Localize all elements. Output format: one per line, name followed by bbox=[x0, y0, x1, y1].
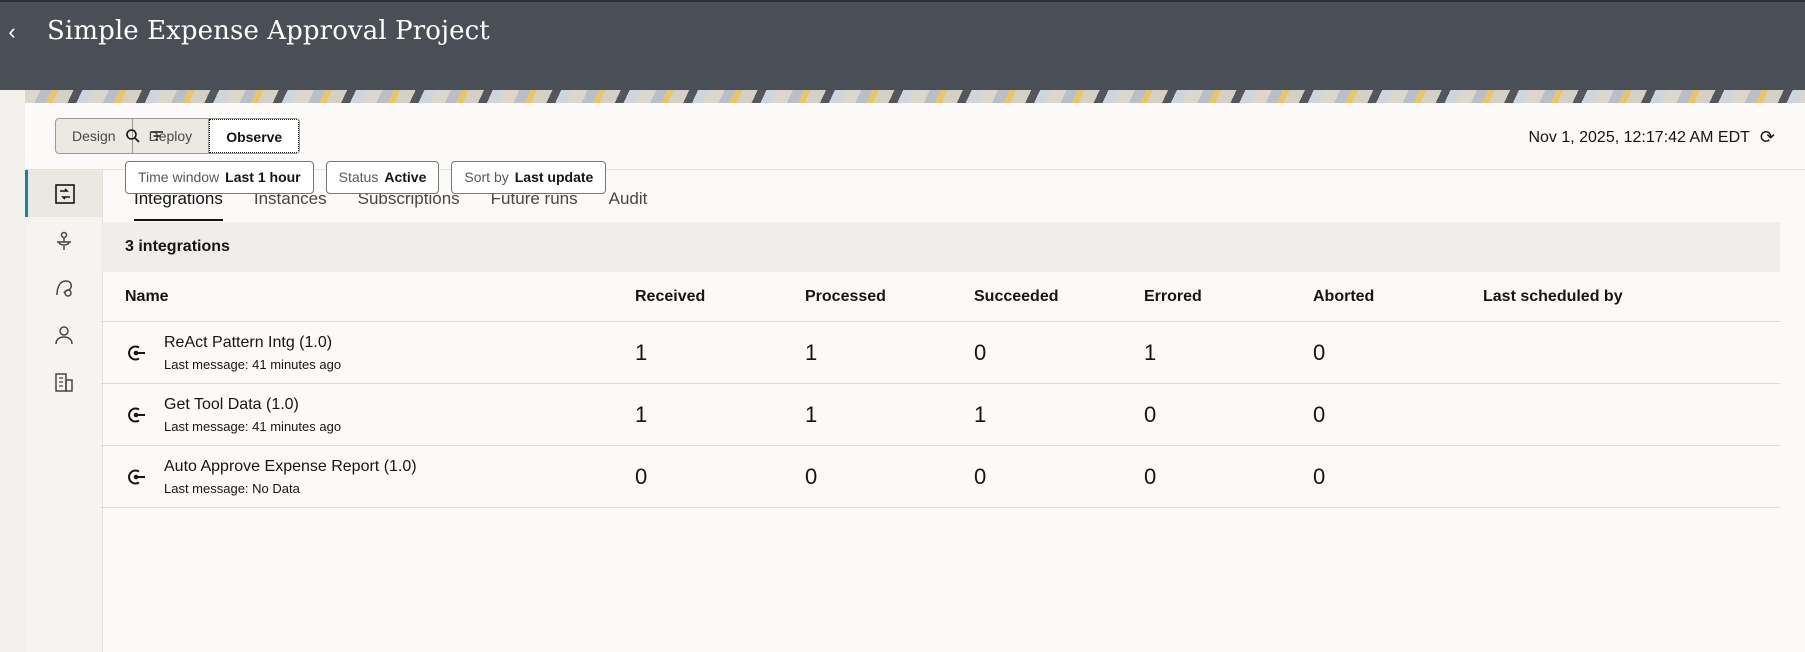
last-refreshed: Nov 1, 2025, 12:17:42 AM EDT ⟳ bbox=[1528, 127, 1775, 148]
tab-audit[interactable]: Audit bbox=[609, 170, 648, 220]
filter-chips: Time window Last 1 hour Status Active Sort… bbox=[125, 161, 607, 194]
table-header: Name Received Processed Succeeded Errore… bbox=[101, 272, 1780, 322]
filter-value: Last 1 hour bbox=[225, 169, 301, 185]
succeeded-count: 0 bbox=[974, 340, 987, 365]
search-filter-toolbar bbox=[125, 128, 165, 144]
design-mode-button[interactable]: Design bbox=[56, 119, 133, 153]
page-title: Simple Expense Approval Project bbox=[47, 16, 490, 46]
processed-count: 1 bbox=[805, 402, 818, 427]
filter-key: Sort by bbox=[464, 169, 509, 185]
integrations-icon bbox=[55, 183, 75, 204]
connections-icon bbox=[56, 231, 71, 250]
filter-value: Last update bbox=[514, 169, 594, 185]
results-count: 3 integrations bbox=[125, 238, 230, 255]
app-header: ‹ Simple Expense Approval Project bbox=[0, 0, 1805, 90]
received-count: 0 bbox=[635, 464, 648, 489]
results-count-bar: 3 integrations bbox=[101, 222, 1780, 272]
processed-count: 0 bbox=[805, 464, 818, 489]
column-header-last-scheduled-by[interactable]: Last scheduled by bbox=[1483, 272, 1623, 322]
errored-count: 0 bbox=[1144, 402, 1157, 427]
column-header-processed[interactable]: Processed bbox=[805, 272, 886, 322]
filter-key: Time window bbox=[138, 169, 220, 185]
last-message: Last message: 41 minutes ago bbox=[164, 357, 342, 372]
processed-count: 1 bbox=[805, 340, 818, 365]
search-icon[interactable] bbox=[125, 128, 141, 144]
nav-integrations[interactable] bbox=[25, 170, 102, 217]
mode-switch: Design Deploy Observe bbox=[55, 118, 301, 154]
chevron-left-icon[interactable]: ‹ bbox=[0, 14, 24, 50]
column-header-succeeded[interactable]: Succeeded bbox=[974, 272, 1058, 322]
decorative-banner bbox=[25, 90, 1805, 103]
filter-value: Active bbox=[384, 169, 427, 185]
refresh-icon[interactable]: ⟳ bbox=[1760, 127, 1775, 148]
column-header-errored[interactable]: Errored bbox=[1144, 272, 1202, 322]
agents-icon bbox=[55, 279, 72, 297]
filter-key: Status bbox=[338, 169, 379, 185]
received-count: 1 bbox=[635, 402, 648, 427]
background-strip bbox=[0, 90, 25, 652]
time-window-filter[interactable]: Time window Last 1 hour bbox=[125, 161, 314, 194]
received-count: 1 bbox=[635, 340, 648, 365]
user-icon bbox=[54, 325, 73, 344]
integration-icon bbox=[128, 345, 145, 361]
sort-by-filter[interactable]: Sort by Last update bbox=[451, 161, 607, 194]
table-row[interactable]: ReAct Pattern Intg (1.0) Last message: 4… bbox=[101, 322, 1780, 384]
aborted-count: 0 bbox=[1313, 464, 1326, 489]
column-header-aborted[interactable]: Aborted bbox=[1313, 272, 1374, 322]
nav-organization[interactable] bbox=[25, 358, 102, 405]
table-row[interactable]: Get Tool Data (1.0) Last message: 41 min… bbox=[101, 384, 1780, 446]
nav-users[interactable] bbox=[25, 311, 102, 358]
observe-mode-button[interactable]: Observe bbox=[209, 119, 300, 153]
errored-count: 1 bbox=[1144, 340, 1157, 365]
aborted-count: 0 bbox=[1313, 402, 1326, 427]
aborted-count: 0 bbox=[1313, 340, 1326, 365]
integration-name[interactable]: Auto Approve Expense Report (1.0) bbox=[164, 458, 417, 476]
nav-agents[interactable] bbox=[25, 264, 102, 311]
integrations-table: Name Received Processed Succeeded Errore… bbox=[101, 272, 1780, 508]
integration-icon bbox=[128, 469, 145, 485]
integration-icon bbox=[128, 407, 145, 423]
status-filter[interactable]: Status Active bbox=[325, 161, 440, 194]
integration-name[interactable]: Get Tool Data (1.0) bbox=[164, 396, 299, 414]
table-row[interactable]: Auto Approve Expense Report (1.0) Last m… bbox=[101, 446, 1780, 508]
last-message: Last message: 41 minutes ago bbox=[164, 419, 342, 434]
building-icon bbox=[54, 372, 73, 392]
nav-connections[interactable] bbox=[25, 217, 102, 264]
succeeded-count: 0 bbox=[974, 464, 987, 489]
timestamp: Nov 1, 2025, 12:17:42 AM EDT bbox=[1528, 128, 1750, 146]
filter-icon[interactable] bbox=[149, 128, 165, 144]
last-message: Last message: No Data bbox=[164, 481, 300, 496]
column-header-received[interactable]: Received bbox=[635, 272, 705, 322]
succeeded-count: 1 bbox=[974, 402, 987, 427]
integration-name[interactable]: ReAct Pattern Intg (1.0) bbox=[164, 334, 332, 352]
side-navigation bbox=[25, 170, 103, 652]
column-header-name[interactable]: Name bbox=[125, 272, 169, 322]
errored-count: 0 bbox=[1144, 464, 1157, 489]
